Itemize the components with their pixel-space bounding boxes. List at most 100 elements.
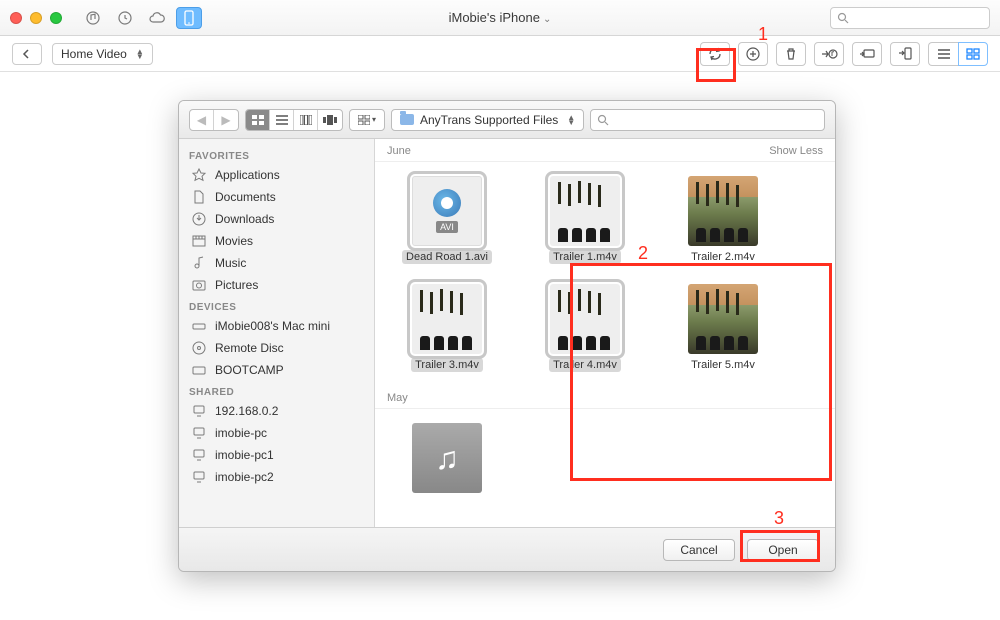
delete-button[interactable]: [776, 42, 806, 66]
file-name: Trailer 3.m4v: [411, 358, 483, 372]
main-titlebar: iMobie's iPhone⌄: [0, 0, 1000, 36]
file-item[interactable]: Trailer 5.m4v: [669, 284, 777, 372]
add-button[interactable]: [738, 42, 768, 66]
music-icon: [191, 255, 207, 271]
icon-view-button[interactable]: [246, 110, 270, 130]
file-item[interactable]: Trailer 4.m4v: [531, 284, 639, 372]
updown-icon: ▲▼: [136, 49, 144, 59]
to-mac-button[interactable]: [852, 42, 882, 66]
nav-prev-button[interactable]: ◀: [190, 110, 214, 130]
sidebar-group-devices: DEVICES: [179, 296, 374, 315]
computer-icon: [191, 469, 207, 485]
to-itunes-button[interactable]: [814, 42, 844, 66]
section-header-may: May: [375, 386, 835, 409]
search-icon: [837, 12, 849, 24]
sidebar-item-movies[interactable]: Movies: [179, 230, 374, 252]
file-browser: June Show Less AVI Dead Road 1.avi Trail…: [375, 139, 835, 527]
dialog-body: FAVORITES Applications Documents Downloa…: [179, 139, 835, 527]
file-item[interactable]: AVI Dead Road 1.avi: [393, 176, 501, 264]
breadcrumb-dropdown[interactable]: Home Video ▲▼: [52, 43, 153, 65]
folder-icon: [400, 114, 414, 125]
file-item[interactable]: Trailer 2.m4v: [669, 176, 777, 264]
section-header-june: June Show Less: [375, 139, 835, 162]
dialog-sidebar: FAVORITES Applications Documents Downloa…: [179, 139, 375, 527]
file-item[interactable]: ♫: [393, 423, 501, 493]
section-toggle[interactable]: Show Less: [769, 145, 823, 157]
sidebar-item-macmini[interactable]: iMobie008's Mac mini: [179, 315, 374, 337]
breadcrumb-label: Home Video: [61, 47, 127, 61]
cloud-icon[interactable]: [144, 7, 170, 29]
list-view-button-dlg[interactable]: [270, 110, 294, 130]
file-grid-june: AVI Dead Road 1.avi Trailer 1.m4v Traile…: [375, 162, 835, 386]
sidebar-item-shared-3[interactable]: imobie-pc2: [179, 466, 374, 488]
list-view-button[interactable]: [928, 42, 958, 66]
macmini-icon: [191, 318, 207, 334]
sidebar-item-remotedisc[interactable]: Remote Disc: [179, 337, 374, 359]
pictures-icon: [191, 277, 207, 293]
sidebar-item-shared-0[interactable]: 192.168.0.2: [179, 400, 374, 422]
open-button[interactable]: Open: [747, 539, 819, 561]
arrange-button[interactable]: ▾: [350, 110, 384, 130]
file-name: Trailer 5.m4v: [687, 358, 759, 372]
sidebar-item-shared-2[interactable]: imobie-pc1: [179, 444, 374, 466]
file-thumbnail: [412, 284, 482, 354]
title-text: iMobie's iPhone: [449, 10, 540, 25]
file-name: Dead Road 1.avi: [402, 250, 492, 264]
updown-icon: ▲▼: [567, 115, 575, 125]
window-controls: [10, 12, 62, 24]
back-button[interactable]: [12, 43, 42, 65]
main-search-field[interactable]: [830, 7, 990, 29]
search-icon: [597, 114, 609, 126]
movies-icon: [191, 233, 207, 249]
itunes-icon[interactable]: [80, 7, 106, 29]
disc-icon: [191, 340, 207, 356]
arrange-seg: ▾: [349, 109, 385, 131]
cancel-button[interactable]: Cancel: [663, 539, 735, 561]
file-name: Trailer 4.m4v: [549, 358, 621, 372]
downloads-icon: [191, 211, 207, 227]
view-mode-toggle: [928, 42, 988, 66]
toolbar-actions: [700, 42, 988, 66]
device-icon[interactable]: [176, 7, 202, 29]
view-seg: [245, 109, 343, 131]
sidebar-group-shared: SHARED: [179, 381, 374, 400]
file-item[interactable]: Trailer 1.m4v: [531, 176, 639, 264]
nav-seg: ◀ ▶: [189, 109, 239, 131]
sidebar-item-shared-1[interactable]: imobie-pc: [179, 422, 374, 444]
coverflow-view-button[interactable]: [318, 110, 342, 130]
file-thumbnail: [688, 284, 758, 354]
computer-icon: [191, 425, 207, 441]
sidebar-item-pictures[interactable]: Pictures: [179, 274, 374, 296]
minimize-window[interactable]: [30, 12, 42, 24]
location-label: AnyTrans Supported Files: [420, 113, 558, 127]
sidebar-item-bootcamp[interactable]: BOOTCAMP: [179, 359, 374, 381]
drive-icon: [191, 362, 207, 378]
file-thumbnail: AVI: [412, 176, 482, 246]
close-window[interactable]: [10, 12, 22, 24]
dialog-footer: Cancel Open: [179, 527, 835, 571]
dialog-toolbar: ◀ ▶ ▾ AnyTrans Supported Fil: [179, 101, 835, 139]
sidebar-item-downloads[interactable]: Downloads: [179, 208, 374, 230]
computer-icon: [191, 403, 207, 419]
column-view-button[interactable]: [294, 110, 318, 130]
file-thumbnail: ♫: [412, 423, 482, 493]
file-thumbnail: [550, 284, 620, 354]
zoom-window[interactable]: [50, 12, 62, 24]
file-item[interactable]: Trailer 3.m4v: [393, 284, 501, 372]
applications-icon: [191, 167, 207, 183]
dialog-search-field[interactable]: [590, 109, 825, 131]
file-name: Trailer 1.m4v: [549, 250, 621, 264]
grid-view-button[interactable]: [958, 42, 988, 66]
sidebar-item-documents[interactable]: Documents: [179, 186, 374, 208]
location-dropdown[interactable]: AnyTrans Supported Files ▲▼: [391, 109, 584, 131]
refresh-button[interactable]: [700, 42, 730, 66]
sidebar-item-music[interactable]: Music: [179, 252, 374, 274]
to-device-button[interactable]: [890, 42, 920, 66]
clock-icon[interactable]: [112, 7, 138, 29]
sidebar-item-applications[interactable]: Applications: [179, 164, 374, 186]
file-name: Trailer 2.m4v: [687, 250, 759, 264]
nav-next-button[interactable]: ▶: [214, 110, 238, 130]
sidebar-group-favorites: FAVORITES: [179, 145, 374, 164]
category-icons: [80, 7, 202, 29]
file-thumbnail: [550, 176, 620, 246]
